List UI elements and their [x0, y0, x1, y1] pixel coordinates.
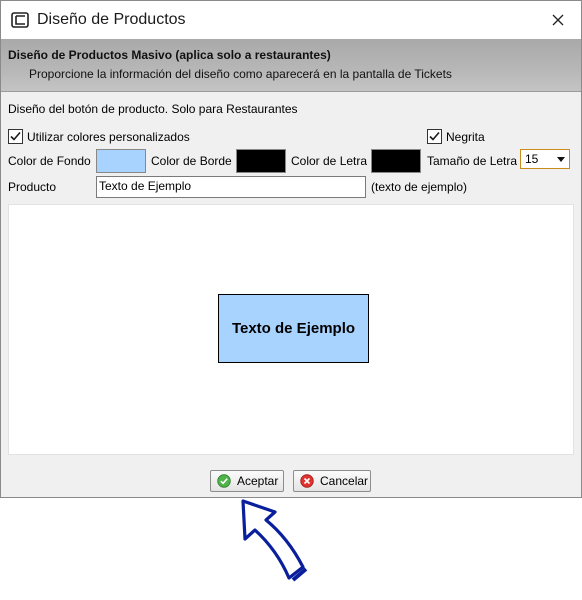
header-subtitle: Proporcione la información del diseño co… [29, 67, 452, 81]
preview-area: Texto de Ejemplo [8, 204, 574, 455]
font-size-select[interactable]: 15 [520, 149, 570, 169]
custom-colors-checkbox[interactable] [8, 129, 23, 144]
product-text-field[interactable] [96, 176, 366, 198]
font-size-label: Tamaño de Letra [427, 154, 518, 168]
header-title: Diseño de Productos Masivo (aplica solo … [8, 48, 331, 62]
section-title: Diseño del botón de producto. Solo para … [8, 102, 298, 116]
font-size-value: 15 [525, 152, 539, 166]
checkmark-icon [10, 131, 21, 141]
title-bar: Diseño de Productos [1, 1, 581, 39]
background-color-label: Color de Fondo [8, 154, 91, 168]
header-band: Diseño de Productos Masivo (aplica solo … [1, 39, 581, 92]
accept-button[interactable]: Aceptar [210, 470, 284, 492]
cancel-button[interactable]: Cancelar [293, 470, 371, 492]
bold-checkbox[interactable] [427, 129, 442, 144]
product-hint: (texto de ejemplo) [371, 180, 468, 194]
border-color-label: Color de Borde [151, 154, 232, 168]
chevron-down-icon [557, 157, 565, 162]
bold-label: Negrita [446, 130, 485, 144]
dialog-window: Diseño de Productos Diseño de Productos … [0, 0, 582, 498]
accept-label: Aceptar [237, 474, 279, 488]
app-icon [11, 12, 29, 28]
border-color-swatch[interactable] [236, 149, 286, 173]
cancel-circle-icon [300, 474, 314, 488]
close-icon [552, 14, 564, 26]
annotation-arrow-icon [241, 499, 308, 582]
cancel-label: Cancelar [320, 474, 369, 488]
background-color-swatch[interactable] [96, 149, 146, 173]
product-label: Producto [8, 180, 57, 194]
text-color-label: Color de Letra [291, 154, 368, 168]
text-color-swatch[interactable] [371, 149, 421, 173]
custom-colors-label: Utilizar colores personalizados [27, 130, 190, 144]
window-title: Diseño de Productos [37, 11, 186, 28]
check-circle-icon [217, 474, 231, 488]
product-text-input[interactable] [99, 179, 359, 193]
close-button[interactable] [535, 1, 581, 39]
checkmark-icon [429, 131, 440, 141]
preview-button: Texto de Ejemplo [218, 294, 369, 363]
